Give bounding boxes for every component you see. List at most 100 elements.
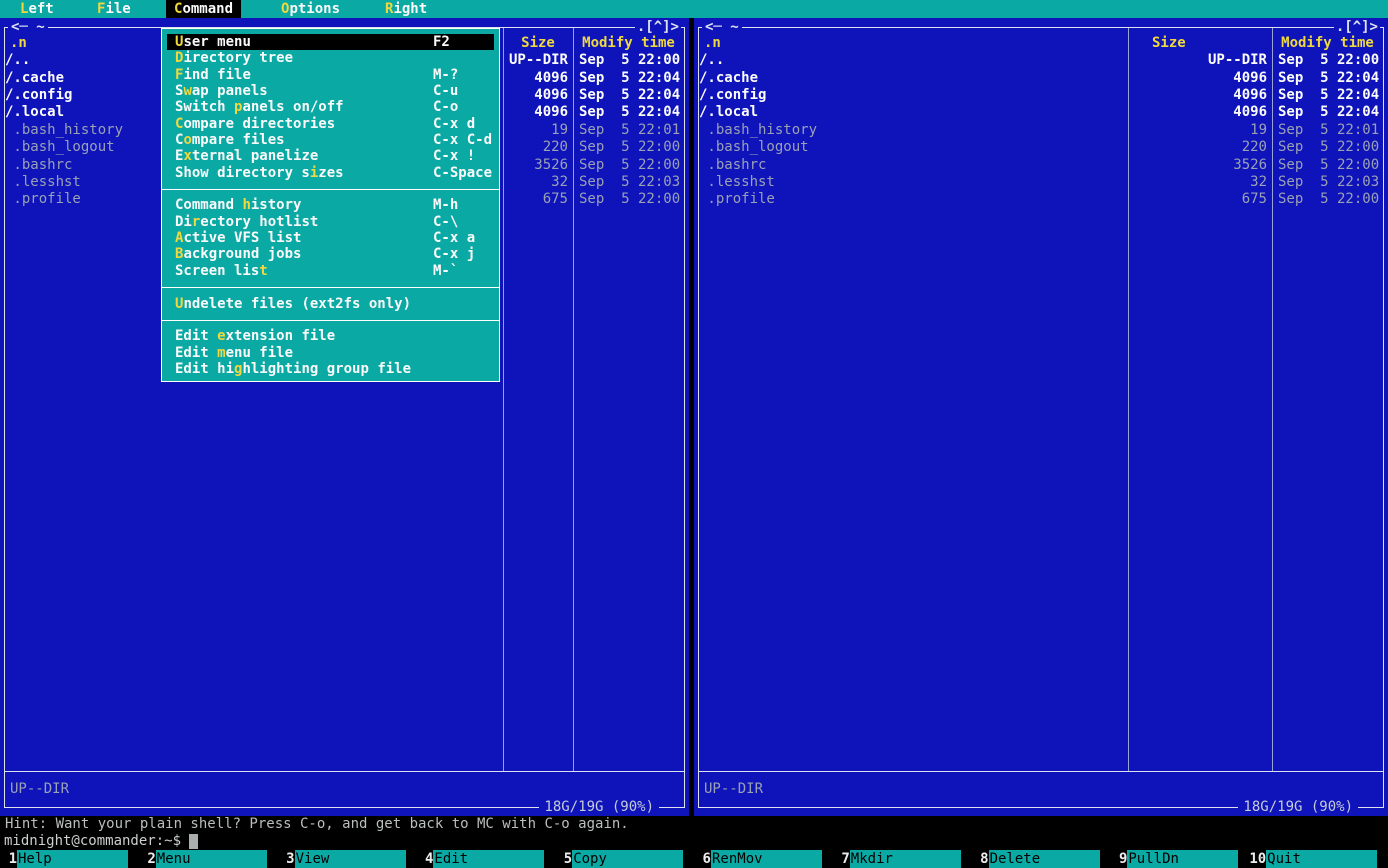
menu-item-directory-hotlist[interactable]: Directory hotlistC-\ <box>167 214 494 230</box>
menu-item-undelete-files-ext2fs-only[interactable]: Undelete files (ext2fs only) <box>167 296 494 312</box>
menu-item-shortcut: C-x a <box>433 230 475 246</box>
menu-item-command-history[interactable]: Command historyM-h <box>167 197 494 213</box>
fn-key-view[interactable]: 3View <box>278 850 417 868</box>
file-row[interactable]: .bash_history19Sep 5 22:01 <box>699 122 1383 139</box>
fn-key-mkdir[interactable]: 7Mkdir <box>833 850 972 868</box>
file-mtime: Sep 5 22:01 <box>1272 122 1383 139</box>
file-row[interactable]: .profile675Sep 5 22:00 <box>699 191 1383 208</box>
file-row[interactable]: /.config4096Sep 5 22:04 <box>699 87 1383 104</box>
size-column-header[interactable]: Size <box>503 35 573 52</box>
menu-item-shortcut: C-x ! <box>433 148 475 164</box>
modify-column-header[interactable]: Modify time <box>1272 35 1383 52</box>
menu-item-show-directory-sizes[interactable]: Show directory sizesC-Space <box>167 165 494 181</box>
file-mtime: Sep 5 22:00 <box>573 191 684 208</box>
file-name: /.config <box>699 87 1128 104</box>
menu-item-shortcut: M-h <box>433 197 458 213</box>
menubar-item-command[interactable]: Command <box>166 0 241 18</box>
hotkey-letter: R <box>385 1 393 17</box>
hotkey-letter: g <box>234 361 242 377</box>
fn-key-renmov[interactable]: 6RenMov <box>694 850 833 868</box>
hotkey-letter: U <box>175 34 183 50</box>
right-panel-nav-buttons[interactable]: .[^]> <box>1334 19 1380 35</box>
menu-item-find-file[interactable]: Find fileM-? <box>167 67 494 83</box>
right-disk-usage: 18G/19G (90%) <box>1238 799 1358 816</box>
menu-item-compare-files[interactable]: Compare filesC-x C-d <box>167 132 494 148</box>
menu-item-active-vfs-list[interactable]: Active VFS listC-x a <box>167 230 494 246</box>
prompt-text: midnight@commander:~$ <box>4 833 189 849</box>
file-row[interactable]: /..UP--DIRSep 5 22:00 <box>699 52 1383 69</box>
file-mtime: Sep 5 22:04 <box>573 104 684 121</box>
menu-item-background-jobs[interactable]: Background jobsC-x j <box>167 246 494 262</box>
menu-bar: Left File Command Options Right <box>0 0 1388 18</box>
modify-column-header[interactable]: Modify time <box>573 35 684 52</box>
menu-item-screen-list[interactable]: Screen listM-` <box>167 263 494 279</box>
menubar-item-file[interactable]: File <box>89 0 139 18</box>
fn-key-copy[interactable]: 5Copy <box>555 850 694 868</box>
file-size: UP--DIR <box>503 52 573 69</box>
hotkey-letter: L <box>20 1 28 17</box>
menu-item-edit-highlighting-group-file[interactable]: Edit highlighting group file <box>167 361 494 377</box>
menu-item-swap-panels[interactable]: Swap panelsC-u <box>167 83 494 99</box>
fn-key-number: 7 <box>833 850 850 868</box>
name-column-header[interactable]: .n Name <box>699 35 1128 52</box>
right-mini-status: UP--DIR <box>704 781 763 798</box>
menu-item-shortcut: M-? <box>433 67 458 83</box>
right-panel-path[interactable]: <─ ~ <box>702 19 742 35</box>
file-size: 4096 <box>1128 70 1272 87</box>
file-row[interactable]: .bashrc3526Sep 5 22:00 <box>699 157 1383 174</box>
file-name: .bashrc <box>699 157 1128 174</box>
fn-key-menu[interactable]: 2Menu <box>139 850 278 868</box>
file-mtime: Sep 5 22:00 <box>1272 157 1383 174</box>
menu-item-edit-menu-file[interactable]: Edit menu file <box>167 345 494 361</box>
menu-item-edit-extension-file[interactable]: Edit extension file <box>167 328 494 344</box>
file-row[interactable]: /.local4096Sep 5 22:04 <box>699 104 1383 121</box>
file-mtime: Sep 5 22:00 <box>573 157 684 174</box>
menubar-item-right[interactable]: Right <box>377 0 435 18</box>
menubar-item-left[interactable]: Left <box>12 0 62 18</box>
file-row[interactable]: /.cache4096Sep 5 22:04 <box>699 70 1383 87</box>
menu-item-switch-panels-on-off[interactable]: Switch panels on/offC-o <box>167 99 494 115</box>
menu-separator <box>162 279 499 295</box>
menu-item-compare-directories[interactable]: Compare directoriesC-x d <box>167 116 494 132</box>
fn-key-label: Copy <box>572 850 683 868</box>
fn-key-pulldn[interactable]: 9PullDn <box>1110 850 1249 868</box>
file-name: .bash_history <box>699 122 1128 139</box>
file-name: /.cache <box>699 70 1128 87</box>
hotkey-letter: h <box>242 197 250 213</box>
hotkey-letter: A <box>175 230 183 246</box>
fn-key-quit[interactable]: 10Quit <box>1249 850 1388 868</box>
menubar-item-options[interactable]: Options <box>273 0 348 18</box>
file-size: 4096 <box>1128 104 1272 121</box>
size-column-header[interactable]: Size <box>1128 35 1272 52</box>
file-row[interactable]: .bash_logout220Sep 5 22:00 <box>699 139 1383 156</box>
left-panel-nav-buttons[interactable]: .[^]> <box>635 19 681 35</box>
menu-item-shortcut: C-x C-d <box>433 132 492 148</box>
left-panel-path[interactable]: <─ ~ <box>8 19 48 35</box>
file-size: 675 <box>503 191 573 208</box>
fn-key-label: Delete <box>989 850 1100 868</box>
mc-screen: Left File Command Options Right <─ ~ .[^]> .… <box>0 0 1388 868</box>
file-mtime: Sep 5 22:00 <box>573 52 684 69</box>
shell-prompt[interactable]: midnight@commander:~$ <box>0 833 1388 850</box>
left-mini-status: UP--DIR <box>10 781 69 798</box>
menu-separator <box>162 181 499 197</box>
file-row[interactable]: .lesshst32Sep 5 22:03 <box>699 174 1383 191</box>
fn-key-label: Menu <box>156 850 267 868</box>
hotkey-letter: e <box>217 328 225 344</box>
menu-item-shortcut: C-Space <box>433 165 492 181</box>
menu-item-external-panelize[interactable]: External panelizeC-x ! <box>167 148 494 164</box>
fn-key-label: Edit <box>433 850 544 868</box>
menu-item-user-menu[interactable]: User menuF2 <box>167 34 494 50</box>
file-mtime: Sep 5 22:04 <box>1272 87 1383 104</box>
function-key-bar: 1Help2Menu3View4Edit5Copy6RenMov7Mkdir8D… <box>0 850 1388 868</box>
menu-item-shortcut: C-x d <box>433 116 475 132</box>
fn-key-delete[interactable]: 8Delete <box>972 850 1111 868</box>
hotkey-letter: C <box>175 116 183 132</box>
hotkey-letter: U <box>175 296 183 312</box>
fn-key-number: 10 <box>1249 850 1266 868</box>
menu-item-directory-tree[interactable]: Directory tree <box>167 50 494 66</box>
fn-key-edit[interactable]: 4Edit <box>416 850 555 868</box>
fn-key-help[interactable]: 1Help <box>0 850 139 868</box>
sort-indicator: .n <box>704 35 721 52</box>
menu-item-shortcut: F2 <box>433 34 450 50</box>
